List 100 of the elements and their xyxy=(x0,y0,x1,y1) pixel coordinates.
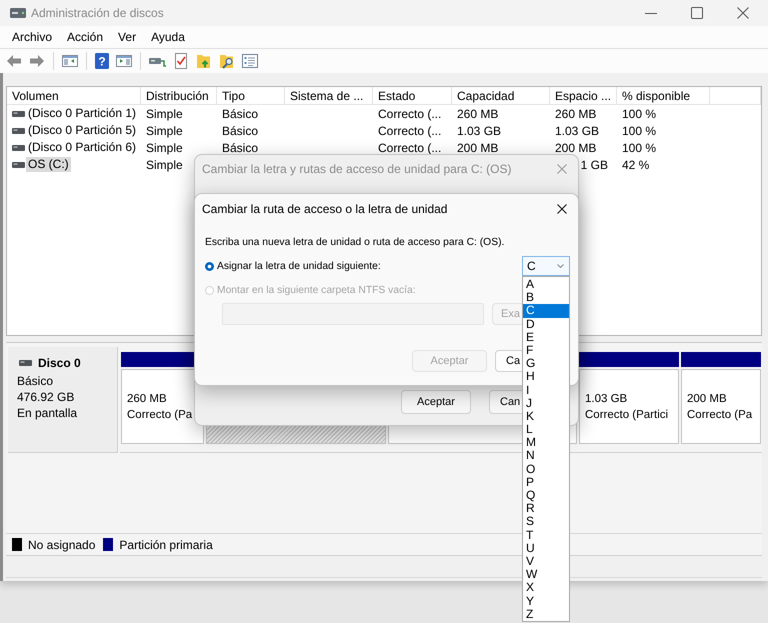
document-check-icon[interactable] xyxy=(173,53,189,69)
folder-arrow-icon[interactable] xyxy=(196,53,212,69)
legend-label: No asignado xyxy=(28,538,96,552)
column-header[interactable]: Sistema de ... xyxy=(285,87,373,104)
partition-size: 260 MB xyxy=(127,392,167,407)
dropdown-option[interactable]: V xyxy=(523,554,569,568)
window-title: Administración de discos xyxy=(31,6,164,20)
dropdown-option[interactable]: Q xyxy=(523,489,569,502)
capacity-text: 200 MB xyxy=(457,140,498,154)
column-header[interactable]: Distribución xyxy=(141,87,217,104)
close-icon[interactable] xyxy=(737,7,749,19)
drive-icon xyxy=(12,128,25,134)
forward-arrow-icon[interactable] xyxy=(29,53,45,69)
drive-icon xyxy=(12,162,25,168)
volume-name[interactable]: (Disco 0 Partición 6) xyxy=(28,140,136,155)
dropdown-option[interactable]: H xyxy=(523,370,569,384)
back-arrow-icon[interactable] xyxy=(6,53,22,69)
dropdown-option[interactable]: N xyxy=(523,449,569,463)
menu-item[interactable]: Ver xyxy=(118,29,136,45)
type-text: Básico xyxy=(222,124,258,138)
menu-item[interactable]: Acción xyxy=(67,29,104,45)
dropdown-option[interactable]: P xyxy=(523,476,569,489)
column-header[interactable]: Tipo xyxy=(217,87,285,104)
dropdown-option[interactable]: G xyxy=(523,357,569,370)
disk-info-panel[interactable]: Disco 0 Básico 476.92 GB En pantalla xyxy=(8,347,118,453)
dropdown-option[interactable]: M xyxy=(523,436,569,450)
free-space-text: 260 MB xyxy=(555,106,596,120)
legend-label: Partición primaria xyxy=(119,538,213,552)
dropdown-option[interactable]: B xyxy=(523,291,569,304)
dropdown-option[interactable]: X xyxy=(523,581,569,594)
capacity-text: 1.03 GB xyxy=(457,124,502,138)
disk-size: 476.92 GB xyxy=(17,389,74,405)
menu-item[interactable]: Archivo xyxy=(12,29,52,45)
disk-status: En pantalla xyxy=(17,405,78,421)
free-percent-text: 100 % xyxy=(622,106,656,120)
dropdown-option[interactable]: I xyxy=(523,384,569,397)
volume-name[interactable]: (Disco 0 Partición 5) xyxy=(28,123,136,138)
disk-name: Disco 0 xyxy=(38,355,81,371)
hard-drive-icon xyxy=(10,8,26,18)
dropdown-option[interactable]: A xyxy=(523,278,569,292)
dropdown-option[interactable]: U xyxy=(523,542,569,555)
layout-text: Simple xyxy=(146,124,183,138)
partition-panel[interactable]: 1.03 GB Correcto (Partici xyxy=(579,369,679,444)
partition-size: 1.03 GB xyxy=(585,392,628,407)
dropdown-option[interactable]: J xyxy=(523,396,569,410)
dropdown-option[interactable]: W xyxy=(523,568,569,582)
volume-name[interactable]: OS (C:) xyxy=(26,157,71,172)
status-text: Correcto (... xyxy=(378,106,442,120)
prompt-text: Escriba una nueva letra de unidad o ruta de acceso para C: (OS). xyxy=(205,236,506,250)
dropdown-option[interactable]: Z xyxy=(523,608,569,621)
free-percent-text: 100 % xyxy=(622,124,656,138)
dropdown-option[interactable]: D xyxy=(523,318,569,331)
dialog-title: Cambiar la letra y rutas de acceso de unidad para C: (OS) xyxy=(202,162,512,176)
dropdown-option[interactable]: O xyxy=(523,462,569,476)
free-space-text: 1.03 GB xyxy=(555,124,600,138)
free-percent-text: 100 % xyxy=(622,140,656,154)
dropdown-option[interactable]: T xyxy=(523,528,569,542)
partition-status: Correcto (Partici xyxy=(585,408,668,423)
dropdown-option[interactable]: R xyxy=(523,502,569,516)
drive-letter-dropdown[interactable]: C xyxy=(522,256,570,276)
cancel-button[interactable]: Can xyxy=(489,390,522,414)
column-header[interactable]: % disponible xyxy=(617,87,710,104)
volume-name[interactable]: (Disco 0 Partición 1) xyxy=(28,106,136,121)
help-icon[interactable]: ? xyxy=(95,53,109,69)
free-percent-text: 42 % xyxy=(622,158,650,172)
maximize-icon[interactable] xyxy=(691,7,703,19)
cancel-button[interactable]: Ca xyxy=(495,350,522,372)
window-panel-icon[interactable] xyxy=(62,53,78,69)
dropdown-option[interactable]: E xyxy=(523,330,569,344)
drive-icon xyxy=(19,360,32,366)
dialog-title: Cambiar la ruta de acceso o la letra de unidad xyxy=(202,202,448,216)
status-text: Correcto (... xyxy=(378,140,442,154)
column-header[interactable]: Espacio ... xyxy=(550,87,617,104)
folder-search-icon[interactable] xyxy=(219,53,235,69)
accept-button[interactable]: Aceptar xyxy=(401,390,471,414)
partition-size: 200 MB xyxy=(687,392,727,407)
free-space-text: 200 MB xyxy=(555,140,596,154)
dropdown-option[interactable]: L xyxy=(523,423,569,436)
dropdown-option[interactable]: S xyxy=(523,515,569,529)
list-window-icon[interactable] xyxy=(242,53,258,69)
type-text: Básico xyxy=(222,140,258,154)
drive-icon xyxy=(12,144,25,150)
partition-status: Correcto (Pa xyxy=(687,408,752,423)
type-text: Básico xyxy=(222,106,258,120)
menu-item[interactable]: Ayuda xyxy=(151,29,185,45)
capacity-text: 260 MB xyxy=(457,106,498,120)
dropdown-option[interactable]: K xyxy=(523,410,569,424)
radio-option[interactable]: Asignar la letra de unidad siguiente: xyxy=(205,260,381,272)
partition-panel[interactable]: 260 MB Correcto (Pa xyxy=(121,369,204,444)
drive-icon xyxy=(12,110,25,116)
column-header[interactable]: Estado xyxy=(373,87,452,104)
dropdown-option[interactable]: Y xyxy=(523,594,569,608)
window-panel-icon[interactable] xyxy=(116,53,132,69)
partition-panel[interactable]: 200 MB Correcto (Pa xyxy=(681,369,761,444)
close-icon[interactable] xyxy=(557,204,567,214)
dropdown-option[interactable]: C xyxy=(523,304,569,318)
column-header[interactable]: Capacidad xyxy=(452,87,550,104)
chevron-icon xyxy=(557,264,564,268)
dropdown-option[interactable]: F xyxy=(523,344,569,358)
column-header[interactable]: Volumen xyxy=(7,87,141,104)
